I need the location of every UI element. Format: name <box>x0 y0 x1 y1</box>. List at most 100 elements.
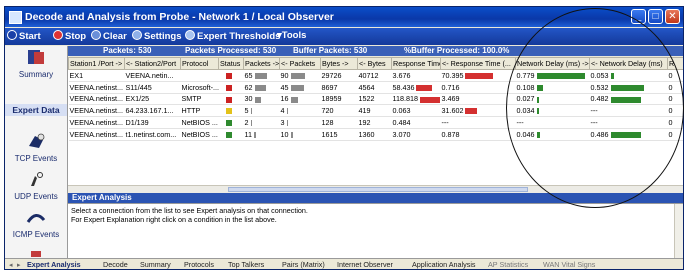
station2-cell-value: EX1/25 <box>125 94 150 104</box>
column-header[interactable]: Station1 /Port -> <box>68 57 125 70</box>
sidebar-item-label: TCP Events <box>14 154 58 163</box>
sidebar-item-icmp-events[interactable]: ICMP Events <box>5 208 67 239</box>
station2-cell-value: VEENA.netin... <box>125 70 174 80</box>
expert-analysis-header: Expert Analysis <box>68 193 683 203</box>
start-button[interactable]: Start <box>7 30 41 43</box>
table-row[interactable]: EX1 VEENA.netin... 65 90 29726 40712 3.676 70.3… <box>68 69 683 82</box>
stop-label: Stop <box>65 31 87 42</box>
bytes-in-cell: 4564 <box>357 81 392 94</box>
maximize-button[interactable]: □ <box>648 9 663 24</box>
net-delay-out-cell-bar <box>536 72 585 79</box>
net-delay-in-cell-value: 0.482 <box>590 94 609 104</box>
station2-cell: 64.233.167.1... <box>124 104 181 118</box>
response-in-cell: 31.602 <box>440 104 516 118</box>
net-delay-out-cell: --- <box>515 116 590 129</box>
column-header[interactable]: <- Packets <box>279 57 321 70</box>
net-delay-in-cell-bar <box>610 131 641 138</box>
vertical-scrollbar[interactable] <box>674 204 683 259</box>
column-header[interactable]: Bytes -> <box>320 57 358 70</box>
table-row[interactable]: VEENA.netinst... S11/445 Microsoft-... 62 45… <box>68 81 683 94</box>
packets-in-cell-bar <box>290 131 293 138</box>
net-delay-out-cell: 0.108 <box>515 81 590 94</box>
response-out-cell-value: 3.676 <box>392 70 411 80</box>
stop-button[interactable]: Stop <box>53 30 86 43</box>
bytes-in-cell-value: 419 <box>358 106 371 116</box>
bytes-out-cell: 8697 <box>320 81 358 94</box>
net-delay-in-cell-bar <box>610 72 614 79</box>
station1-cell: VEENA.netinst... <box>68 128 125 141</box>
packets-in-cell-bar <box>286 120 288 127</box>
packets-out-cell-value: 62 <box>244 82 253 92</box>
net-delay-out-cell: 0.046 <box>515 128 590 141</box>
table-row[interactable]: VEENA.netinst... 64.233.167.1... HTTP 5 4 720… <box>68 104 683 118</box>
packets-in-cell-bar <box>286 108 288 115</box>
r-cell-value: 0 <box>668 82 673 92</box>
column-header[interactable]: <- Response Time (... <box>440 57 516 70</box>
sidebar-item-tcp-events[interactable]: TCP Events <box>5 132 67 163</box>
sidebar-item-expert-data[interactable]: Expert Data <box>5 104 67 116</box>
status-indicator-icon <box>225 96 232 103</box>
column-header[interactable]: Packets -> <box>243 57 280 70</box>
r-cell-value: 0 <box>668 94 673 104</box>
column-header[interactable]: Response Time (m... <box>391 57 441 70</box>
bytes-out-cell-value: 128 <box>321 118 334 128</box>
sidebar-item-more[interactable] <box>5 249 67 257</box>
protocol-cell-value: NetBIOS ... <box>181 129 218 139</box>
bytes-out-cell-value: 18959 <box>321 94 342 104</box>
scrollbar-thumb[interactable] <box>228 187 528 192</box>
table-row[interactable]: VEENA.netinst... t1.netinst.com... NetBIOS… <box>68 128 683 141</box>
response-in-cell-value: 70.395 <box>441 70 464 80</box>
station1-cell: VEENA.netinst... <box>68 81 125 94</box>
bytes-in-cell: 40712 <box>357 69 392 82</box>
close-button[interactable]: ✕ <box>665 9 680 24</box>
station2-cell: VEENA.netin... <box>124 69 181 82</box>
tcp-events-icon <box>29 133 45 148</box>
net-delay-in-cell: --- <box>589 116 668 129</box>
packets-in-cell: 90 <box>279 69 321 82</box>
column-header[interactable]: <- Network Delay (ms) <box>589 57 668 70</box>
thresholds-icon <box>185 30 195 40</box>
buffer-packets: Buffer Packets: 530 <box>293 46 368 55</box>
column-header[interactable]: Protocol <box>180 57 219 70</box>
table-row[interactable]: VEENA.netinst... D1/139 NetBIOS ... 2 3 128 19… <box>68 116 683 129</box>
column-header[interactable]: Status <box>218 57 244 70</box>
status-cell <box>218 116 244 129</box>
packets-out-cell: 5 <box>243 104 280 118</box>
summary-icon <box>28 50 44 64</box>
sidebar-item-udp-events[interactable]: UDP Events <box>5 170 67 201</box>
column-header[interactable]: <- Bytes <box>357 57 392 70</box>
bytes-in-cell-value: 40712 <box>358 70 379 80</box>
packets-out-cell: 65 <box>243 69 280 82</box>
udp-events-icon <box>31 172 43 186</box>
net-delay-out-cell: 0.034 <box>515 104 590 118</box>
r-cell-value: 0 <box>668 129 673 139</box>
start-label: Start <box>19 31 41 42</box>
packets-out-cell-value: 2 <box>244 118 249 128</box>
settings-button[interactable]: Settings <box>132 30 181 43</box>
column-header[interactable]: R <box>667 57 683 70</box>
clear-label: Clear <box>103 31 127 42</box>
response-out-cell: 118.818 <box>391 93 441 106</box>
station1-cell: EX1 <box>68 69 125 82</box>
protocol-cell: NetBIOS ... <box>180 116 219 129</box>
expert-thresholds-button[interactable]: Expert Thresholds <box>185 30 280 43</box>
table-row[interactable]: VEENA.netinst... EX1/25 SMTP 30 16 18959 1522 1… <box>68 93 683 106</box>
clear-button[interactable]: Clear <box>91 30 127 43</box>
sidebar-item-label: ICMP Events <box>12 230 60 239</box>
minimize-button[interactable]: _ <box>631 9 646 24</box>
r-cell: 0 <box>667 128 683 141</box>
title-bar[interactable]: Decode and Analysis from Probe - Network… <box>5 7 683 27</box>
response-in-cell-bar <box>465 108 478 115</box>
net-delay-out-cell: 0.027 <box>515 93 590 106</box>
sidebar-item-summary[interactable]: Summary <box>5 48 67 79</box>
sidebar-item-label: UDP Events <box>14 192 58 201</box>
column-header[interactable]: Network Delay (ms) -> <box>515 57 590 70</box>
tools-menu[interactable]: ▾Tools <box>277 30 306 43</box>
horizontal-scrollbar[interactable] <box>68 185 683 193</box>
response-in-cell: --- <box>440 116 516 129</box>
sidebar: Summary Expert Data TCP Events UDP Event… <box>5 46 68 258</box>
packets-in-cell-value: 3 <box>280 118 285 128</box>
protocol-cell-value: Microsoft-... <box>181 82 219 92</box>
net-delay-out-cell-bar <box>536 131 540 138</box>
column-header[interactable]: <- Station2/Port <box>124 57 181 70</box>
